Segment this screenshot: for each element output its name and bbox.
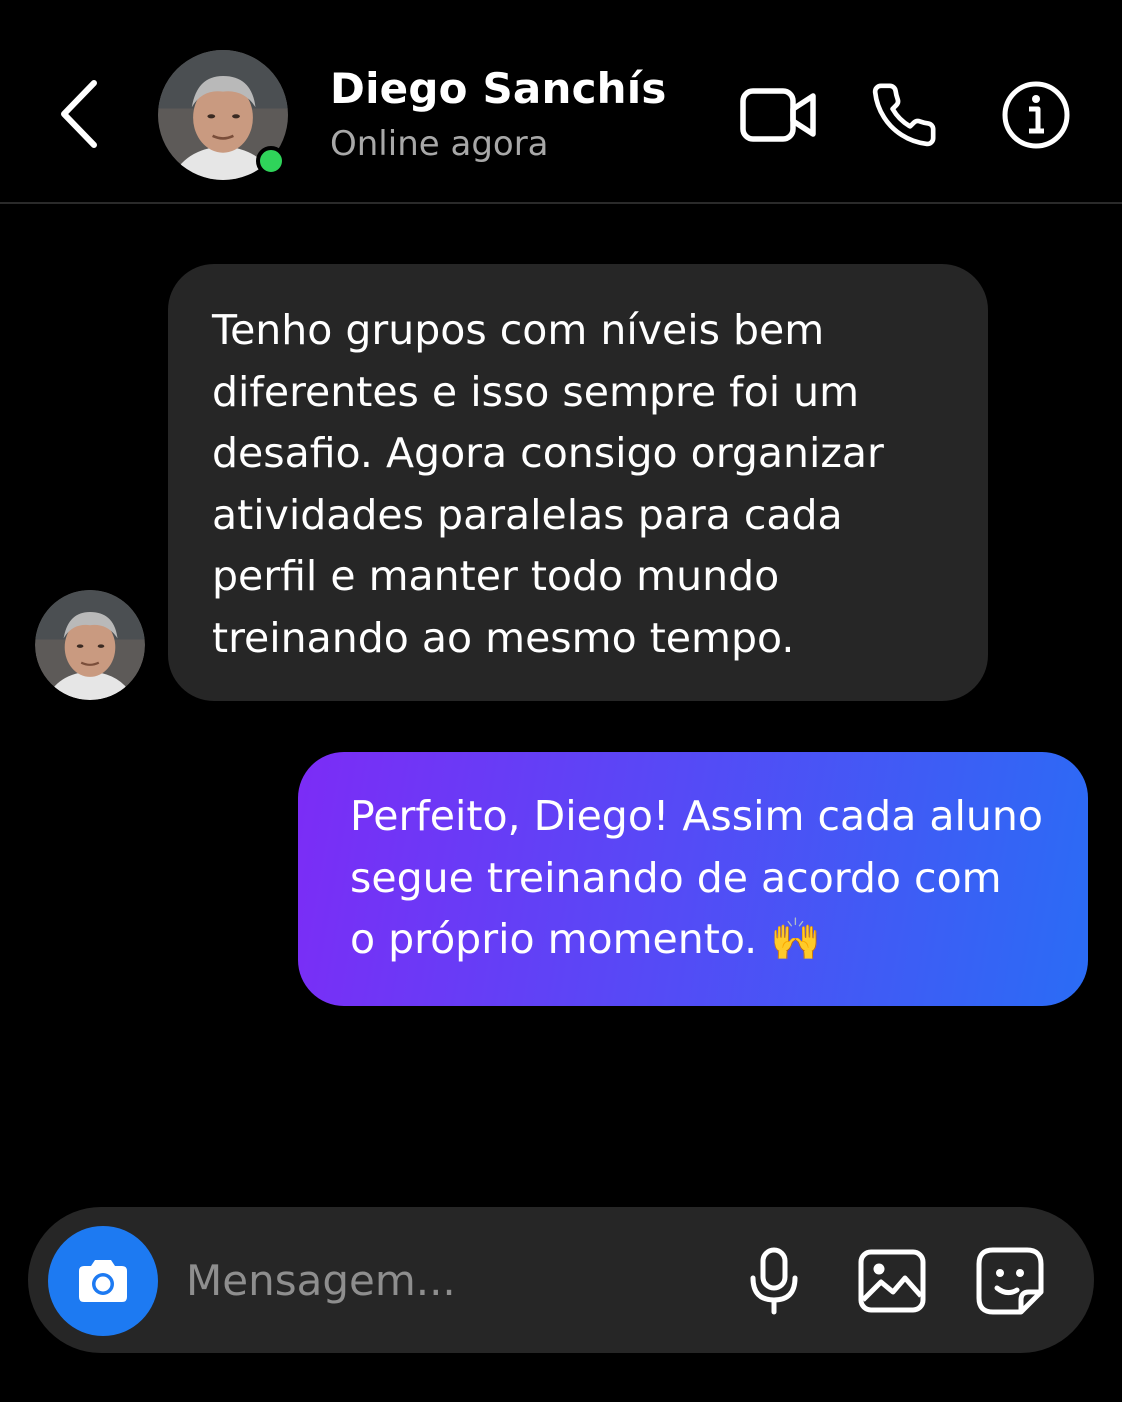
message-line: segue treinando de acordo com	[350, 853, 1002, 902]
sticker-button[interactable]	[972, 1243, 1048, 1319]
info-icon	[1002, 81, 1070, 149]
contact-avatar-button[interactable]	[158, 50, 288, 180]
message-input[interactable]	[186, 1245, 706, 1315]
message-line: atividades paralelas para cada	[212, 490, 843, 539]
camera-icon	[79, 1260, 127, 1302]
contact-name[interactable]: Diego Sanchís	[330, 64, 667, 113]
video-camera-icon	[740, 88, 816, 142]
avatar	[35, 590, 145, 700]
phone-icon	[872, 83, 936, 147]
gallery-button[interactable]	[854, 1243, 930, 1319]
voice-message-button[interactable]	[736, 1243, 812, 1319]
camera-button[interactable]	[48, 1226, 158, 1336]
video-call-button[interactable]	[738, 78, 818, 152]
message-line: Perfeito, Diego! Assim cada aluno	[350, 792, 1043, 840]
microphone-icon	[750, 1247, 798, 1315]
online-indicator	[256, 146, 286, 176]
sticker-icon	[976, 1247, 1044, 1315]
message-line: perfil e manter todo mundo	[212, 552, 780, 600]
info-button[interactable]	[996, 78, 1076, 152]
message-avatar[interactable]	[35, 590, 145, 700]
message-line: o próprio momento. 🙌	[350, 915, 822, 963]
image-icon	[858, 1249, 926, 1313]
voice-call-button[interactable]	[864, 78, 944, 152]
message-composer	[28, 1207, 1094, 1353]
outgoing-message-bubble[interactable]: Perfeito, Diego! Assim cada aluno segue …	[298, 752, 1088, 1006]
message-line: diferentes e isso sempre foi um	[212, 367, 860, 416]
message-line: treinando ao mesmo tempo.	[212, 613, 795, 662]
incoming-message-bubble[interactable]: Tenho grupos com níveis bem diferentes e…	[168, 264, 988, 701]
chat-header: Diego Sanchís Online agora	[0, 0, 1122, 204]
chevron-left-icon	[61, 80, 97, 148]
message-line: desafio. Agora consigo organizar	[212, 429, 884, 477]
message-line: Tenho grupos com níveis bem	[212, 306, 825, 354]
contact-status: Online agora	[330, 124, 549, 164]
back-button[interactable]	[50, 76, 110, 152]
